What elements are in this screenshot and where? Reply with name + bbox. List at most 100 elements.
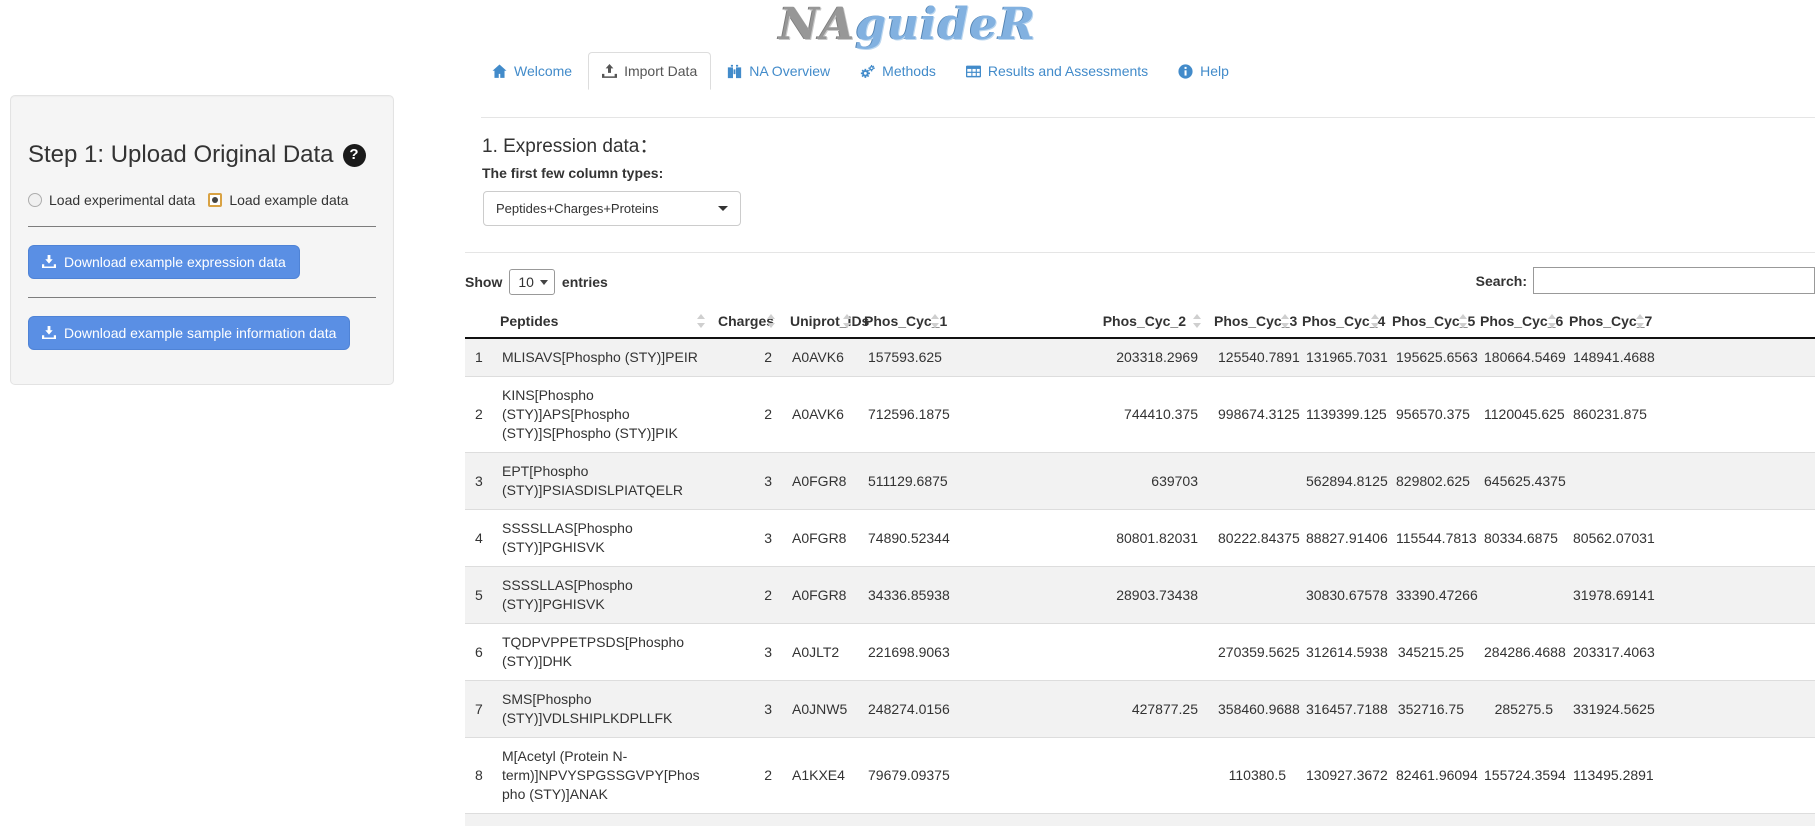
uniprot-cell: A0FGR8: [782, 453, 858, 510]
download-expression-button[interactable]: Download example expression data: [28, 245, 300, 279]
column-header-phos_cyc_4[interactable]: Phos_Cyc_4: [1296, 305, 1386, 338]
column-header-peptides[interactable]: Peptides: [492, 305, 712, 338]
peptide-cell: TQDPVPPETPSDS[Phospho (STY)]DHK: [492, 624, 712, 681]
download-sample-info-button[interactable]: Download example sample information data: [28, 316, 350, 350]
entries-label: entries: [562, 274, 608, 290]
intensity-cell: 511129.6875: [858, 453, 946, 510]
tab-label: Help: [1200, 62, 1229, 80]
page-length-select[interactable]: 10: [509, 269, 555, 295]
page-length-control: Show 10 entries: [465, 269, 608, 295]
tab-welcome[interactable]: Welcome: [478, 52, 586, 90]
column-header-phos_cyc_2[interactable]: Phos_Cyc_2: [946, 305, 1208, 338]
peptide-cell: EPT[Phospho (STY)]PSIASDISLPIATQELR: [492, 453, 712, 510]
tab-methods[interactable]: Methods: [846, 52, 950, 90]
peptide-cell: SSSSLLAS[Phospho (STY)]PGHISVK: [492, 510, 712, 567]
sort-icon: [1548, 314, 1557, 328]
table-row: 6TQDPVPPETPSDS[Phospho (STY)]DHK3A0JLT22…: [465, 624, 1815, 681]
uniprot-cell: A0JLT2: [782, 624, 858, 681]
column-header-phos_cyc_5[interactable]: Phos_Cyc_5: [1386, 305, 1474, 338]
info-icon: [1178, 64, 1193, 79]
naguider-app: NAguideR Welcome Import Data NA Overview: [0, 0, 1815, 826]
intensity-cell: [1474, 567, 1563, 624]
table-row: 4SSSSLLAS[Phospho (STY)]PGHISVK3A0FGR874…: [465, 510, 1815, 567]
column-types-select[interactable]: Peptides+Charges+Proteins: [483, 191, 741, 226]
column-header-charges[interactable]: Charges: [712, 305, 782, 338]
radio-load-example[interactable]: Load example data: [208, 192, 348, 208]
sort-icon: [697, 314, 706, 328]
filler-cell: [1651, 738, 1815, 814]
intensity-cell: 352716.75: [1386, 681, 1474, 738]
intensity-cell: 829802.625: [1386, 453, 1474, 510]
charge-cell: 2: [712, 377, 782, 453]
column-header-phos_cyc_3[interactable]: Phos_Cyc_3: [1208, 305, 1296, 338]
filler-cell: [1651, 510, 1815, 567]
intensity-cell: 645625.4375: [1474, 453, 1563, 510]
filler-cell: [1651, 681, 1815, 738]
column-header-phos_cyc_1[interactable]: Phos_Cyc_1: [858, 305, 946, 338]
panel-title: Step 1: Upload Original Data ?: [28, 142, 376, 168]
sort-icon: [1371, 314, 1380, 328]
intensity-cell: 88827.91406: [1296, 510, 1386, 567]
upload-panel: Step 1: Upload Original Data ? Load expe…: [10, 95, 394, 385]
column-header-phos_cyc_7[interactable]: Phos_Cyc_7: [1563, 305, 1651, 338]
row-number-cell: 5: [465, 567, 492, 624]
intensity-cell: 33390.47266: [1386, 567, 1474, 624]
intensity-cell: 28903.73438: [946, 567, 1208, 624]
intensity-cell: 80562.07031: [1563, 510, 1651, 567]
intensity-cell: 74890.52344: [858, 510, 946, 567]
tab-label: Results and Assessments: [988, 62, 1148, 80]
intensity-cell: 562894.8125: [1296, 453, 1386, 510]
app-logo: NAguideR: [0, 0, 1815, 50]
table-row-partial: [465, 814, 1815, 826]
import-data-panel: 1. Expression data： The first few column…: [465, 95, 1815, 826]
uniprot-cell: A0AVK6: [782, 377, 858, 453]
column-header-label: Charges: [718, 313, 774, 329]
home-icon: [492, 64, 507, 79]
question-circle-icon[interactable]: ?: [343, 144, 366, 167]
row-number-cell: 1: [465, 338, 492, 377]
column-header-phos_cyc_6[interactable]: Phos_Cyc_6: [1474, 305, 1563, 338]
intensity-cell: 860231.875: [1563, 377, 1651, 453]
logo-na: NA: [779, 0, 855, 50]
intensity-cell: 180664.5469: [1474, 338, 1563, 377]
column-header-label: Phos_Cyc_2: [1103, 313, 1186, 329]
search-input[interactable]: [1533, 267, 1815, 294]
show-label: Show: [465, 274, 502, 290]
tab-na-overview[interactable]: NA Overview: [713, 52, 844, 90]
table-controls: Show 10 entries Search:: [465, 265, 1815, 297]
filler-cell: [1651, 624, 1815, 681]
button-label: Download example expression data: [64, 253, 286, 271]
sort-icon: [931, 314, 940, 328]
tab-import-data[interactable]: Import Data: [588, 52, 711, 90]
selected-option: Peptides+Charges+Proteins: [496, 201, 718, 216]
filler-cell: [1651, 338, 1815, 377]
radio-unchecked-icon: [28, 193, 42, 207]
sort-icon: [767, 314, 776, 328]
tab-results[interactable]: Results and Assessments: [952, 52, 1162, 90]
tab-label: Methods: [882, 62, 936, 80]
dropdown-caret-icon: [540, 280, 548, 285]
section-title: 1. Expression data：: [482, 131, 658, 158]
intensity-cell: 148941.4688: [1563, 338, 1651, 377]
uniprot-cell: A0FGR8: [782, 510, 858, 567]
intensity-cell: 1120045.625: [1474, 377, 1563, 453]
intensity-cell: 1139399.125: [1296, 377, 1386, 453]
sort-icon: [1459, 314, 1468, 328]
intensity-cell: 221698.9063: [858, 624, 946, 681]
sort-icon: [1636, 314, 1645, 328]
column-types-label: The first few column types:: [482, 165, 663, 181]
peptide-cell: M[Acetyl (Protein N-term)]NPVYSPGSSGVPY[…: [492, 738, 712, 814]
intensity-cell: 998674.3125: [1208, 377, 1296, 453]
tab-help[interactable]: Help: [1164, 52, 1243, 90]
intensity-cell: 80334.6875: [1474, 510, 1563, 567]
tab-label: Welcome: [514, 62, 572, 80]
binoculars-icon: [727, 64, 742, 79]
column-header-uniprot_ids[interactable]: Uniprot_IDs: [782, 305, 858, 338]
row-number-cell: 2: [465, 377, 492, 453]
uniprot-cell: A0FGR8: [782, 567, 858, 624]
intensity-cell: 270359.5625: [1208, 624, 1296, 681]
filler-cell: [1651, 453, 1815, 510]
radio-load-experimental[interactable]: Load experimental data: [28, 192, 195, 208]
partial-row-cell: [465, 814, 1815, 826]
intensity-cell: 80801.82031: [946, 510, 1208, 567]
